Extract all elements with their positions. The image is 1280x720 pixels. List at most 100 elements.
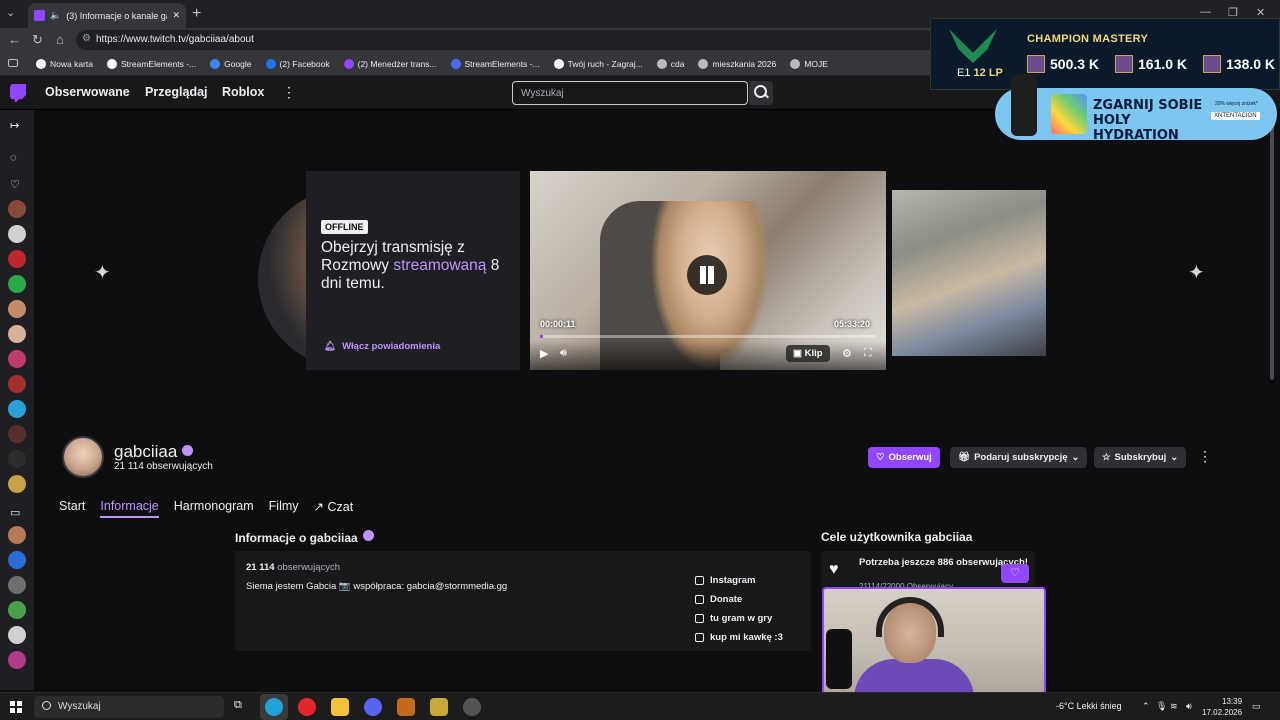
site-info-icon[interactable]: ⚙	[82, 33, 91, 44]
opera-icon[interactable]	[298, 698, 316, 716]
subscribe-button[interactable]: ☆ Subskrybuj ⌄	[1094, 447, 1187, 468]
notifications-button[interactable]: 🔔︎ Włącz powiadomienia	[324, 341, 440, 352]
channel-avatar[interactable]	[8, 651, 26, 669]
app-icon[interactable]	[397, 698, 415, 716]
video-progress-bar[interactable]	[540, 335, 876, 338]
notifications-tray-icon[interactable]: ▭	[1252, 701, 1261, 712]
channel-avatar[interactable]	[8, 325, 26, 343]
gift-sub-button[interactable]: 🎁︎ Podaruj subskrypcję ⌄	[950, 447, 1088, 468]
follow-button[interactable]: ♡ Obserwuj	[868, 447, 940, 468]
wifi-icon[interactable]: ≋	[1170, 701, 1178, 712]
recommended-icon[interactable]: ◌	[10, 152, 17, 164]
bookmark-item[interactable]: StreamElements -...	[450, 58, 540, 69]
file-explorer-icon[interactable]	[331, 698, 349, 716]
carousel-next-thumbnail[interactable]	[892, 190, 1046, 356]
channel-avatar[interactable]	[8, 350, 26, 368]
sidebar-toggle-icon[interactable]	[8, 59, 18, 67]
channel-avatar[interactable]	[8, 450, 26, 468]
bookmark-item[interactable]: StreamElements -...	[107, 58, 196, 69]
followed-channels-rail: ↦ ◌ ♡ ▭	[0, 110, 34, 690]
video-icon[interactable]: ▭	[10, 506, 20, 519]
page-scrollbar[interactable]	[1268, 110, 1276, 380]
bookmark-item[interactable]: Nowa karta	[36, 58, 93, 69]
minimize-icon[interactable]: —	[1200, 6, 1211, 18]
channel-avatar[interactable]	[8, 551, 26, 569]
tab-chat[interactable]: ↗ Czat	[314, 499, 354, 518]
goal-follow-button[interactable]: ♡	[1001, 564, 1029, 583]
channel-avatar[interactable]	[8, 225, 26, 243]
settings-gear-icon[interactable]: ⚙	[842, 347, 852, 360]
carousel-next-icon[interactable]: ✦	[1188, 260, 1205, 285]
channel-avatar[interactable]	[8, 425, 26, 443]
speaker-icon[interactable]: 🔈	[50, 10, 61, 21]
weather-text[interactable]: -6°C Lekki śnieg	[1056, 701, 1122, 711]
bookmark-item[interactable]: (2) Menedżer trans...	[343, 58, 437, 69]
browser-tab[interactable]: 🔈 (3) Informacje o kanale gabciiaa ✕	[28, 3, 186, 28]
volume-tray-icon[interactable]: 🔊︎	[1186, 701, 1192, 712]
twitch-logo-icon[interactable]	[10, 84, 26, 102]
link-instagram[interactable]: Instagram	[695, 571, 783, 590]
channel-avatar[interactable]	[8, 300, 26, 318]
channel-avatar[interactable]	[8, 250, 26, 268]
carousel-prev-icon[interactable]: ✦	[94, 260, 111, 285]
mic-icon[interactable]: 🎙︎	[1156, 701, 1167, 712]
bookmark-item[interactable]: Google	[210, 58, 252, 69]
streamed-link[interactable]: streamowaną	[393, 257, 486, 274]
reload-icon[interactable]: ↻	[32, 32, 43, 48]
home-icon[interactable]: ⌂	[56, 32, 64, 47]
video-player[interactable]: 00:00:11 05:33:20 ▶ 🔊︎ ▣ Klip ⚙ ⛶	[530, 171, 886, 370]
nav-following[interactable]: Obserwowane	[45, 85, 130, 99]
tab-schedule[interactable]: Harmonogram	[174, 499, 254, 518]
bookmark-item[interactable]: mieszkania 2026	[698, 58, 776, 69]
channel-avatar[interactable]	[8, 400, 26, 418]
channel-name[interactable]: gabciiaa	[114, 442, 194, 462]
expand-rail-icon[interactable]: ↦	[10, 119, 19, 132]
nav-browse[interactable]: Przeglądaj	[145, 85, 208, 99]
channel-avatar[interactable]	[8, 375, 26, 393]
new-tab-button[interactable]: +	[192, 5, 201, 23]
bookmark-item[interactable]: Twój ruch - Zagraj...	[553, 58, 643, 69]
search-button[interactable]	[749, 81, 773, 105]
channel-avatar-large[interactable]	[62, 436, 104, 478]
channel-avatar[interactable]	[8, 475, 26, 493]
task-view-icon[interactable]: ⧉	[234, 699, 242, 712]
channel-avatar[interactable]	[8, 601, 26, 619]
tab-search-icon[interactable]: ⌄	[6, 6, 15, 19]
nav-roblox[interactable]: Roblox	[222, 85, 264, 99]
link-coffee[interactable]: kup mi kawkę :3	[695, 628, 783, 647]
volume-icon[interactable]: 🔊︎	[560, 347, 567, 360]
fullscreen-icon[interactable]: ⛶	[864, 347, 872, 360]
windows-start-icon[interactable]	[10, 701, 22, 713]
channel-avatar[interactable]	[8, 200, 26, 218]
play-icon[interactable]: ▶	[540, 347, 548, 360]
taskbar-clock[interactable]: 13:39 17.02.2026	[1202, 696, 1242, 718]
obs-icon[interactable]	[463, 698, 481, 716]
game-client-icon[interactable]	[430, 698, 448, 716]
channel-avatar[interactable]	[8, 626, 26, 644]
tab-home[interactable]: Start	[59, 499, 85, 518]
channel-avatar[interactable]	[8, 275, 26, 293]
bookmark-item[interactable]: (2) Facebook	[265, 58, 330, 69]
bookmark-item[interactable]: MOJE	[790, 58, 828, 69]
channel-more-icon[interactable]: ⋮	[1198, 448, 1212, 465]
tab-about[interactable]: Informacje	[100, 499, 159, 518]
discord-icon[interactable]	[364, 698, 382, 716]
search-input[interactable]: Wyszukaj	[512, 81, 748, 105]
clip-button[interactable]: ▣ Klip	[786, 345, 830, 362]
taskbar-search[interactable]: Wyszukaj	[34, 696, 224, 718]
link-donate[interactable]: Donate	[695, 590, 783, 609]
back-icon[interactable]: ←	[8, 32, 21, 47]
more-menu-icon[interactable]: ⋮	[282, 84, 296, 101]
edge-icon[interactable]	[265, 698, 283, 716]
tray-overflow-icon[interactable]: ⌃	[1142, 701, 1150, 712]
tab-videos[interactable]: Filmy	[269, 499, 299, 518]
url-field[interactable]: ⚙ https://www.twitch.tv/gabciiaa/about	[76, 30, 936, 50]
following-heart-icon[interactable]: ♡	[10, 178, 20, 191]
link-games[interactable]: tu gram w gry	[695, 609, 783, 628]
clip-label: Klip	[804, 348, 823, 359]
bookmark-item[interactable]: cda	[656, 58, 684, 69]
close-tab-icon[interactable]: ✕	[172, 10, 180, 21]
channel-avatar[interactable]	[8, 526, 26, 544]
pause-icon[interactable]	[687, 255, 727, 295]
channel-avatar[interactable]	[8, 576, 26, 594]
